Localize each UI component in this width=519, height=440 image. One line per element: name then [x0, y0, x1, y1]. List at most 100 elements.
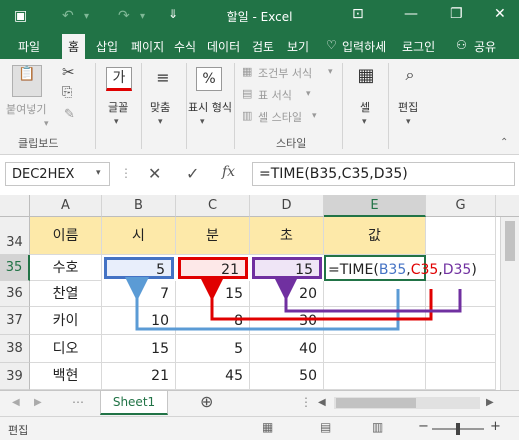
cells-button[interactable]: 셀 — [360, 99, 370, 115]
conditional-format-icon[interactable]: ▦ — [242, 65, 252, 78]
tab-formulas[interactable]: 수식 — [174, 38, 196, 55]
tab-home[interactable]: 홈 — [62, 34, 86, 59]
paste-button[interactable]: 붙여넣기 — [6, 101, 46, 117]
percent-icon[interactable]: % — [196, 67, 222, 91]
row-header[interactable]: 38 — [0, 335, 30, 363]
font-button[interactable]: 글꼴 — [108, 99, 128, 115]
formula-input[interactable]: =TIME(B35,C35,D35) — [252, 162, 515, 186]
format-as-table-icon[interactable]: ▤ — [242, 87, 252, 100]
tab-file[interactable]: 파일 — [18, 38, 40, 55]
tab-page-layout[interactable]: 페이지 — [131, 38, 164, 55]
hour-cell[interactable]: 10 — [102, 307, 176, 335]
more-tabs-icon[interactable]: ⋮ — [300, 395, 312, 409]
conditional-format-button[interactable]: 조건부 서식 — [258, 65, 312, 81]
scroll-left-icon[interactable]: ◀ — [318, 397, 326, 408]
header-cell-hour[interactable]: 시 — [102, 217, 176, 255]
row-header[interactable]: 34 — [0, 217, 30, 255]
ribbon-display-icon[interactable]: ⊡ — [352, 6, 364, 22]
cell[interactable] — [324, 307, 426, 335]
row-header[interactable]: 36 — [0, 281, 30, 307]
row-header[interactable]: 37 — [0, 307, 30, 335]
zoom-slider[interactable] — [432, 423, 484, 435]
row-header[interactable]: 35 — [0, 255, 30, 281]
column-header-b[interactable]: B — [102, 195, 176, 217]
header-cell-minute[interactable]: 분 — [176, 217, 250, 255]
sheet-menu-icon[interactable]: ⋯ — [72, 395, 84, 409]
enter-icon[interactable]: ✓ — [186, 164, 199, 183]
close-icon[interactable]: ✕ — [494, 6, 506, 22]
name-cell[interactable]: 수호 — [30, 255, 102, 281]
cancel-icon[interactable]: ✕ — [148, 164, 161, 183]
header-cell-value[interactable]: 값 — [324, 217, 426, 255]
sheet-tab[interactable]: Sheet1 — [100, 391, 168, 415]
minute-cell[interactable]: 15 — [176, 281, 250, 307]
cells-icon[interactable]: ▦ — [354, 65, 378, 91]
minute-cell[interactable]: 45 — [176, 363, 250, 390]
name-box[interactable]: DEC2HEX — [5, 162, 110, 186]
prev-sheet-icon[interactable]: ◀ — [12, 397, 20, 408]
name-box-dropdown-icon[interactable]: ▾ — [96, 168, 101, 178]
column-header-g[interactable]: G — [426, 195, 496, 217]
second-cell[interactable]: 50 — [250, 363, 324, 390]
cell[interactable] — [426, 335, 496, 363]
header-cell-second[interactable]: 초 — [250, 217, 324, 255]
tab-review[interactable]: 검토 — [252, 38, 274, 55]
name-cell[interactable]: 백현 — [30, 363, 102, 390]
cell[interactable] — [426, 307, 496, 335]
minute-cell-ref[interactable]: 21 — [178, 257, 248, 279]
lightbulb-icon[interactable]: ♡ — [326, 38, 337, 52]
editing-button[interactable]: 편집 — [398, 99, 418, 115]
hour-cell[interactable]: 21 — [102, 363, 176, 390]
zoom-slider-handle[interactable] — [456, 423, 460, 435]
insert-function-icon[interactable]: fx — [222, 164, 235, 180]
page-break-icon[interactable]: ▥ — [372, 420, 383, 434]
cell[interactable] — [426, 363, 496, 390]
copy-icon[interactable]: ⎘ — [62, 85, 72, 100]
font-icon[interactable]: 가 — [106, 67, 132, 91]
row-header[interactable]: 39 — [0, 363, 30, 390]
name-cell[interactable]: 카이 — [30, 307, 102, 335]
column-header-d[interactable]: D — [250, 195, 324, 217]
tell-me-box[interactable]: 입력하세 — [342, 38, 386, 55]
name-cell[interactable]: 찬열 — [30, 281, 102, 307]
tab-data[interactable]: 데이터 — [207, 38, 240, 55]
hour-cell-ref[interactable]: 5 — [104, 257, 174, 279]
scroll-right-icon[interactable]: ▶ — [486, 397, 494, 408]
scrollbar-thumb[interactable] — [336, 398, 416, 408]
active-cell-e35[interactable]: =TIME(B35,C35,D35) — [324, 255, 477, 281]
minute-cell[interactable]: 5 — [176, 335, 250, 363]
cell[interactable] — [426, 217, 496, 255]
cell-styles-button[interactable]: 셀 스타일 — [258, 109, 302, 125]
cell[interactable] — [324, 335, 426, 363]
second-cell[interactable]: 40 — [250, 335, 324, 363]
add-sheet-icon[interactable]: ⊕ — [200, 392, 213, 411]
header-cell-name[interactable]: 이름 — [30, 217, 102, 255]
second-cell[interactable]: 20 — [250, 281, 324, 307]
second-cell-ref[interactable]: 15 — [252, 257, 322, 279]
tab-insert[interactable]: 삽입 — [96, 38, 118, 55]
column-header-e[interactable]: E — [324, 195, 426, 217]
name-cell[interactable]: 디오 — [30, 335, 102, 363]
page-layout-icon[interactable]: ▤ — [320, 420, 331, 434]
clipboard-icon[interactable]: 📋 — [12, 65, 42, 97]
scrollbar-thumb[interactable] — [505, 221, 515, 261]
hour-cell[interactable]: 15 — [102, 335, 176, 363]
number-format-button[interactable]: 표시 형식 — [188, 99, 232, 115]
cut-icon[interactable]: ✂ — [62, 63, 75, 81]
second-cell[interactable]: 30 — [250, 307, 324, 335]
alignment-button[interactable]: 맞춤 — [150, 99, 170, 115]
format-as-table-button[interactable]: 표 서식 — [258, 87, 292, 103]
vertical-scrollbar[interactable] — [500, 217, 519, 390]
horizontal-scrollbar[interactable] — [334, 397, 480, 409]
sign-in-link[interactable]: 로그인 — [402, 38, 435, 55]
person-icon[interactable]: ⚇ — [456, 38, 467, 52]
column-header-c[interactable]: C — [176, 195, 250, 217]
column-header-a[interactable]: A — [30, 195, 102, 217]
format-painter-icon[interactable]: ✎ — [64, 107, 75, 122]
cell[interactable] — [324, 363, 426, 390]
tab-view[interactable]: 보기 — [287, 38, 309, 55]
zoom-out-icon[interactable]: − — [418, 419, 429, 434]
hour-cell[interactable]: 7 — [102, 281, 176, 307]
minimize-icon[interactable]: — — [404, 6, 418, 22]
align-icon[interactable]: ≡ — [150, 67, 176, 91]
